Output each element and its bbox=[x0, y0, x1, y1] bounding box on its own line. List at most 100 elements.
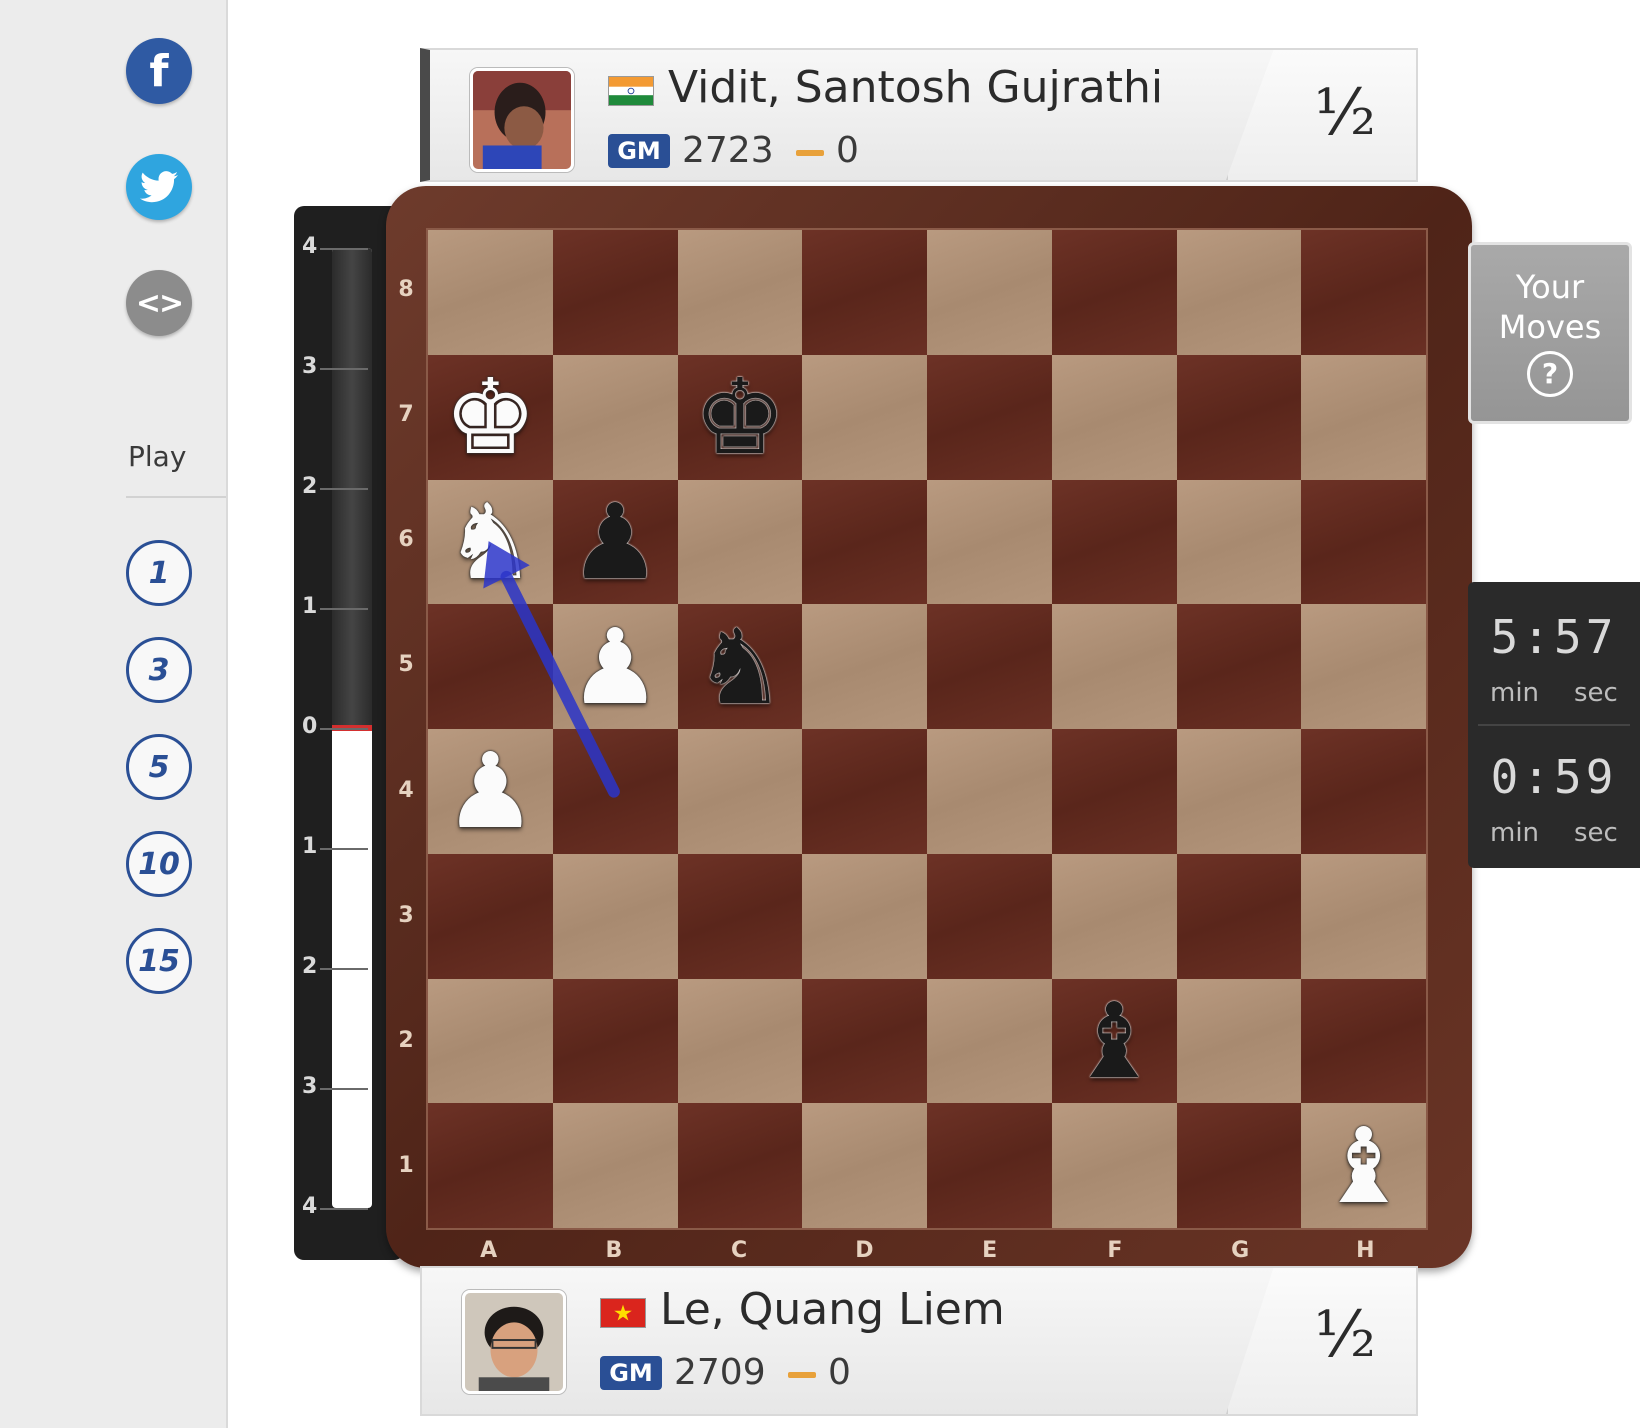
square-h4[interactable] bbox=[1301, 729, 1426, 854]
square-c5[interactable]: ♞ bbox=[677, 604, 803, 729]
square-g7[interactable] bbox=[1176, 354, 1302, 480]
square-c6[interactable] bbox=[677, 479, 803, 605]
square-h2[interactable] bbox=[1301, 978, 1426, 1104]
twitter-share-button[interactable] bbox=[126, 154, 192, 220]
eval-tick-label: 2 bbox=[302, 474, 318, 499]
square-a4[interactable]: ♟ bbox=[428, 729, 553, 854]
square-g5[interactable] bbox=[1176, 604, 1302, 729]
player-avatar bbox=[462, 1290, 566, 1394]
your-moves-button[interactable]: Your Moves ? bbox=[1468, 242, 1632, 424]
square-c1[interactable] bbox=[677, 1103, 803, 1228]
play-1-button[interactable]: 1 bbox=[126, 540, 192, 606]
chess-board[interactable]: ♚ ♚ ♞ ♟ ♟ ♞ ♟ ♝ ♝ bbox=[426, 228, 1428, 1230]
eval-tick-label: 0 bbox=[302, 714, 318, 739]
black-king-icon[interactable]: ♚ bbox=[693, 365, 786, 469]
square-f7[interactable] bbox=[1051, 354, 1177, 480]
square-e7[interactable] bbox=[927, 354, 1052, 480]
square-c2[interactable] bbox=[677, 978, 803, 1104]
help-icon[interactable]: ? bbox=[1527, 351, 1573, 397]
rank-label: 5 bbox=[398, 652, 414, 678]
eval-tick-label: 2 bbox=[302, 954, 318, 979]
clock-min-label: min bbox=[1490, 818, 1540, 848]
square-b5[interactable]: ♟ bbox=[552, 604, 678, 729]
eval-tick-line bbox=[320, 488, 368, 490]
square-d2[interactable] bbox=[802, 978, 927, 1104]
white-pawn-icon[interactable]: ♟ bbox=[569, 615, 662, 719]
black-knight-icon[interactable]: ♞ bbox=[693, 615, 786, 719]
square-d7[interactable] bbox=[802, 354, 927, 480]
square-a1[interactable] bbox=[428, 1103, 553, 1228]
square-a7[interactable]: ♚ bbox=[428, 354, 553, 480]
square-e5[interactable] bbox=[927, 604, 1052, 729]
square-a8[interactable] bbox=[428, 230, 553, 355]
white-pawn-icon[interactable]: ♟ bbox=[444, 739, 537, 843]
play-15-button[interactable]: 15 bbox=[126, 928, 192, 994]
square-d3[interactable] bbox=[802, 853, 927, 979]
square-b8[interactable] bbox=[552, 230, 678, 355]
square-b1[interactable] bbox=[552, 1103, 678, 1228]
square-a3[interactable] bbox=[428, 853, 553, 979]
square-c7[interactable]: ♚ bbox=[677, 354, 803, 480]
square-g4[interactable] bbox=[1176, 729, 1302, 854]
square-h6[interactable] bbox=[1301, 479, 1426, 605]
square-e1[interactable] bbox=[927, 1103, 1052, 1228]
square-g3[interactable] bbox=[1176, 853, 1302, 979]
square-e3[interactable] bbox=[927, 853, 1052, 979]
square-f5[interactable] bbox=[1051, 604, 1177, 729]
square-c4[interactable] bbox=[677, 729, 803, 854]
black-pawn-icon[interactable]: ♟ bbox=[569, 490, 662, 594]
square-c8[interactable] bbox=[677, 230, 803, 355]
play-10-button[interactable]: 10 bbox=[126, 831, 192, 897]
square-b7[interactable] bbox=[552, 354, 678, 480]
square-h7[interactable] bbox=[1301, 354, 1426, 480]
play-5-button[interactable]: 5 bbox=[126, 734, 192, 800]
square-a6[interactable]: ♞ bbox=[428, 479, 553, 605]
square-e4[interactable] bbox=[927, 729, 1052, 854]
square-b6[interactable]: ♟ bbox=[552, 479, 678, 605]
square-b4[interactable] bbox=[552, 729, 678, 854]
square-f2[interactable]: ♝ bbox=[1051, 978, 1177, 1104]
square-b3[interactable] bbox=[552, 853, 678, 979]
square-d8[interactable] bbox=[802, 230, 927, 355]
square-f8[interactable] bbox=[1051, 230, 1177, 355]
square-h1[interactable]: ♝ bbox=[1301, 1103, 1426, 1228]
square-g2[interactable] bbox=[1176, 978, 1302, 1104]
embed-button[interactable]: <> bbox=[126, 270, 192, 336]
square-b2[interactable] bbox=[552, 978, 678, 1104]
square-h8[interactable] bbox=[1301, 230, 1426, 355]
rank-label: 1 bbox=[398, 1153, 414, 1179]
white-king-icon[interactable]: ♚ bbox=[444, 365, 537, 469]
square-f1[interactable] bbox=[1051, 1103, 1177, 1228]
file-label: D bbox=[855, 1238, 874, 1263]
file-label: G bbox=[1231, 1238, 1250, 1263]
black-bishop-icon[interactable]: ♝ bbox=[1068, 989, 1161, 1093]
square-h3[interactable] bbox=[1301, 853, 1426, 979]
facebook-share-button[interactable]: f bbox=[126, 38, 192, 104]
file-label: B bbox=[605, 1238, 623, 1263]
player-avatar bbox=[470, 68, 574, 172]
square-f6[interactable] bbox=[1051, 479, 1177, 605]
square-g1[interactable] bbox=[1176, 1103, 1302, 1228]
square-e2[interactable] bbox=[927, 978, 1052, 1104]
square-d1[interactable] bbox=[802, 1103, 927, 1228]
square-f3[interactable] bbox=[1051, 853, 1177, 979]
square-d6[interactable] bbox=[802, 479, 927, 605]
square-g6[interactable] bbox=[1176, 479, 1302, 605]
white-knight-icon[interactable]: ♞ bbox=[444, 490, 537, 594]
square-h5[interactable] bbox=[1301, 604, 1426, 729]
square-g8[interactable] bbox=[1176, 230, 1302, 355]
play-3-button[interactable]: 3 bbox=[126, 637, 192, 703]
eval-tick-label: 4 bbox=[302, 234, 318, 259]
square-e6[interactable] bbox=[927, 479, 1052, 605]
square-a5[interactable] bbox=[428, 604, 553, 729]
square-a2[interactable] bbox=[428, 978, 553, 1104]
clock-divider bbox=[1478, 724, 1630, 726]
game-clocks: 5:57 min sec 0:59 min sec bbox=[1468, 582, 1640, 868]
square-f4[interactable] bbox=[1051, 729, 1177, 854]
square-d4[interactable] bbox=[802, 729, 927, 854]
eval-tick-line bbox=[320, 368, 368, 370]
square-d5[interactable] bbox=[802, 604, 927, 729]
square-e8[interactable] bbox=[927, 230, 1052, 355]
square-c3[interactable] bbox=[677, 853, 803, 979]
white-bishop-icon[interactable]: ♝ bbox=[1317, 1114, 1410, 1218]
